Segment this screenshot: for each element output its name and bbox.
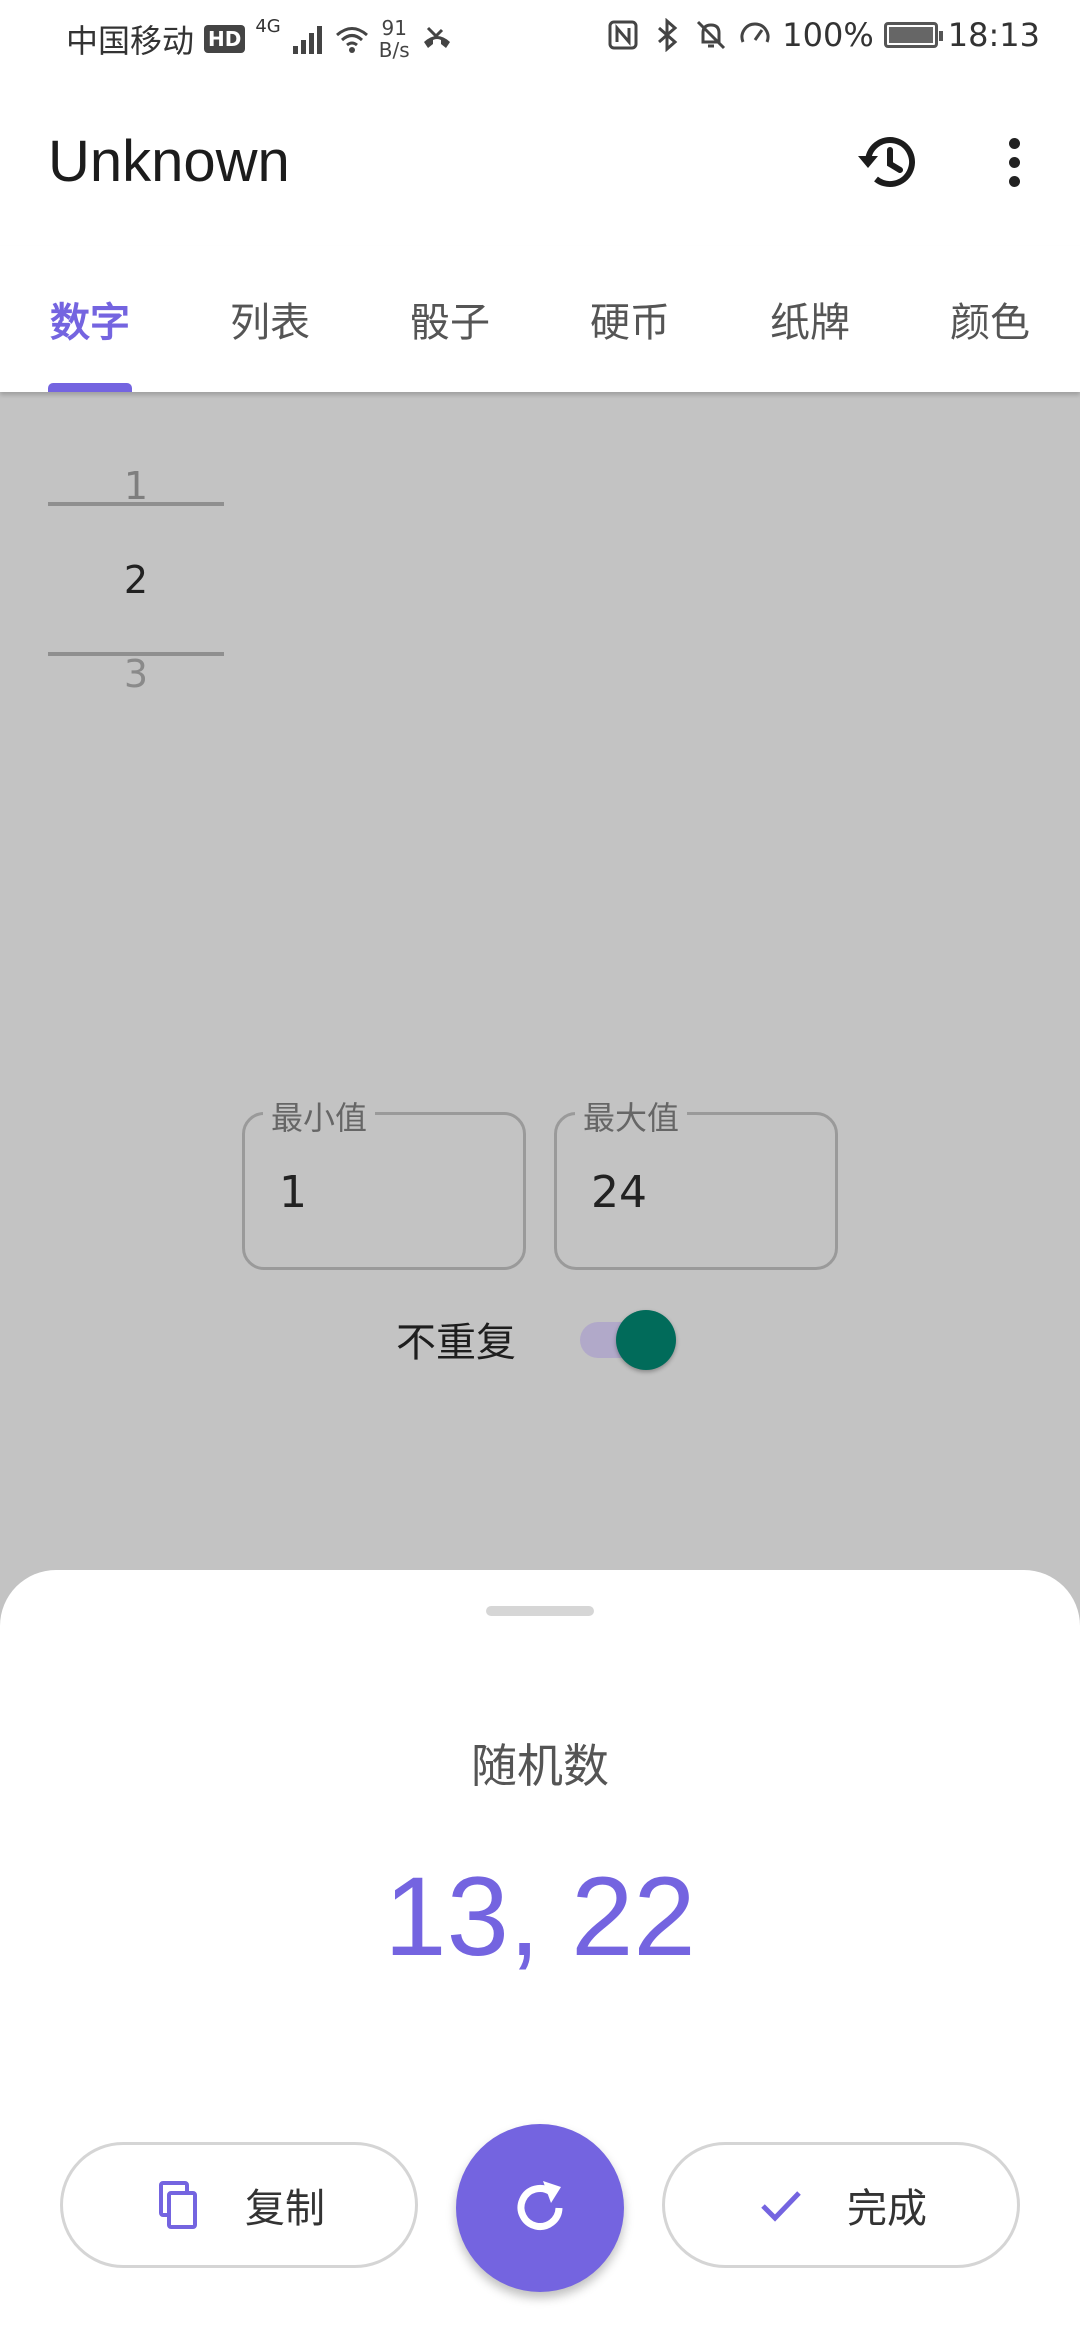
app-bar: Unknown xyxy=(0,76,1080,246)
more-dot xyxy=(1008,137,1020,149)
min-value-input[interactable]: 1 xyxy=(279,1167,307,1218)
no-repeat-switch[interactable] xyxy=(580,1310,676,1370)
status-bar: 中国移动 HD 4G 91 B/s 100% 18:13 xyxy=(0,0,1080,76)
network-speed: 91 B/s xyxy=(379,17,410,61)
bluetooth-icon xyxy=(658,18,678,52)
max-value-field[interactable]: 最大值 24 xyxy=(554,1093,838,1270)
network-type: 4G xyxy=(255,16,281,37)
status-left: 中国移动 HD 4G 91 B/s xyxy=(66,16,454,62)
speedometer-icon xyxy=(740,22,770,43)
status-right: 100% 18:13 xyxy=(606,16,1040,54)
max-value-label: 最大值 xyxy=(575,1093,688,1139)
history-icon[interactable] xyxy=(852,126,924,198)
tab-indicator xyxy=(48,383,132,392)
battery-percent: 100% xyxy=(782,16,874,54)
copy-label: 复制 xyxy=(245,2186,325,2232)
clock-time: 18:13 xyxy=(947,16,1040,54)
random-result: 13, 22 xyxy=(384,1854,696,1979)
result-bottom-sheet: 随机数 13, 22 复制 完成 xyxy=(0,1570,1080,2340)
network-speed-unit: B/s xyxy=(378,38,410,62)
check-icon xyxy=(761,2191,801,2222)
done-label: 完成 xyxy=(847,2186,927,2232)
switch-thumb xyxy=(616,1310,676,1370)
copy-icon xyxy=(159,2181,197,2229)
picker-divider-top xyxy=(48,502,224,506)
more-dot xyxy=(1008,156,1020,168)
refresh-icon xyxy=(517,2181,563,2230)
more-dot xyxy=(1008,175,1020,187)
network-speed-value: 91 xyxy=(381,16,407,40)
tab-color[interactable]: 颜色 xyxy=(900,246,1080,392)
min-value-label: 最小值 xyxy=(263,1093,376,1139)
sheet-drag-handle[interactable] xyxy=(486,1606,594,1616)
hd-badge: HD xyxy=(204,25,246,53)
picker-next-value: 3 xyxy=(123,652,149,696)
wifi-icon xyxy=(335,27,368,53)
tab-number[interactable]: 数字 xyxy=(0,246,180,392)
done-button[interactable]: 完成 xyxy=(662,2142,1020,2268)
more-options-button[interactable] xyxy=(990,126,1038,198)
app-title: Unknown xyxy=(48,129,290,194)
refresh-button[interactable] xyxy=(456,2124,624,2292)
mute-bell-icon xyxy=(697,20,726,50)
no-repeat-label: 不重复 xyxy=(396,1320,516,1366)
min-value-field[interactable]: 最小值 1 xyxy=(242,1093,526,1270)
sheet-title: 随机数 xyxy=(471,1739,609,1793)
picker-current-value: 2 xyxy=(123,558,149,602)
count-picker[interactable]: 1 2 3 xyxy=(48,392,224,722)
max-value-input[interactable]: 24 xyxy=(591,1167,647,1218)
tab-bar: 数字 列表 骰子 硬币 纸牌 颜色 xyxy=(0,246,1080,392)
carrier-name: 中国移动 xyxy=(66,22,195,60)
tab-list[interactable]: 列表 xyxy=(180,246,360,392)
copy-button[interactable]: 复制 xyxy=(60,2142,418,2268)
nfc-icon xyxy=(608,20,638,50)
tab-coin[interactable]: 硬币 xyxy=(540,246,720,392)
battery-level xyxy=(888,27,933,43)
tab-dice[interactable]: 骰子 xyxy=(360,246,540,392)
battery-icon xyxy=(883,22,943,48)
signal-icon xyxy=(292,26,322,54)
tab-cards[interactable]: 纸牌 xyxy=(720,246,900,392)
missed-call-icon xyxy=(423,26,450,48)
